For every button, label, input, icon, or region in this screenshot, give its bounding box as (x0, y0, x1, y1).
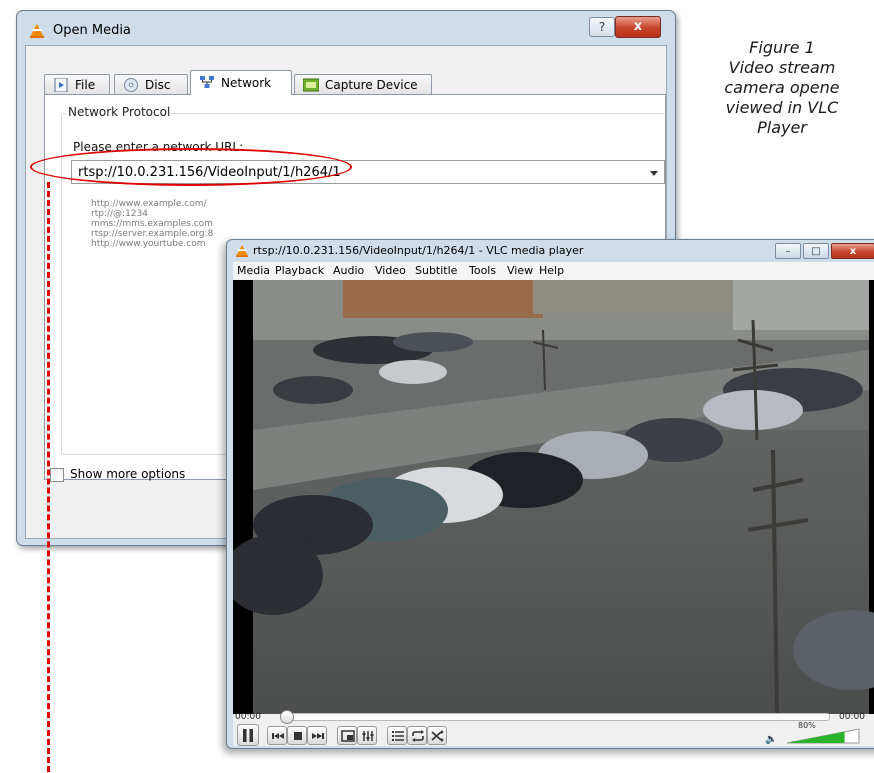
close-button[interactable]: x (615, 16, 661, 38)
tab-label: Disc (145, 78, 171, 92)
help-button[interactable]: ? (589, 17, 615, 37)
show-more-label: Show more options (70, 467, 186, 481)
stop-icon (294, 732, 302, 740)
example-line: rtsp://server.example.org:8 (91, 229, 214, 239)
example-line: http://www.example.com/ (91, 199, 207, 209)
url-examples: http://www.example.com/ rtp://@:1234 mms… (91, 199, 213, 249)
capture-device-icon (303, 78, 319, 92)
pause-button[interactable] (237, 724, 259, 746)
loop-icon (412, 730, 424, 742)
example-line: http://www.yourtube.com (91, 239, 206, 249)
fullscreen-button[interactable] (337, 726, 357, 745)
caption-line: Player (757, 118, 807, 137)
playlist-button[interactable] (387, 726, 407, 745)
menu-audio[interactable]: Audio (333, 264, 364, 277)
tab-file[interactable]: File (44, 74, 110, 94)
file-icon (54, 78, 68, 92)
shuffle-icon (431, 730, 444, 742)
next-button[interactable] (307, 726, 327, 745)
volume-slider[interactable] (785, 728, 861, 744)
total-time: 00:00 (839, 712, 865, 722)
speaker-icon[interactable]: 🔈 (765, 734, 777, 745)
tab-label: Network (221, 76, 272, 90)
pause-icon (243, 729, 253, 742)
caption-line: Figure 1 (749, 38, 815, 57)
minimize-button[interactable]: – (775, 243, 801, 259)
disc-icon (124, 78, 138, 92)
network-icon (200, 76, 214, 88)
menu-help[interactable]: Help (539, 264, 564, 277)
elapsed-time: 00:00 (235, 712, 261, 722)
example-line: mms://mms.examples.com (91, 219, 213, 229)
close-button[interactable]: x (831, 243, 874, 259)
fullscreen-icon (341, 730, 355, 742)
dashed-connector-line (47, 182, 50, 772)
menu-playback[interactable]: Playback (275, 264, 324, 277)
equalizer-icon (362, 731, 374, 741)
menu-bar: Media Playback Audio Video Subtitle Tool… (233, 262, 874, 280)
seek-slider[interactable] (280, 710, 830, 724)
parking-lot-video-image (233, 280, 874, 714)
previous-icon (272, 733, 284, 739)
caption-line: Video stream (728, 58, 836, 77)
vlc-cone-icon (236, 245, 248, 257)
tab-label: Capture Device (325, 78, 418, 92)
tab-label: File (75, 78, 96, 92)
vlc-titlebar[interactable]: rtsp://10.0.231.156/VideoInput/1/h264/1 … (227, 240, 874, 262)
maximize-button[interactable]: □ (803, 243, 829, 259)
caption-line: camera opene (724, 78, 840, 97)
figure-caption: Figure 1 Video stream camera opene viewe… (690, 38, 874, 138)
tab-disc[interactable]: Disc (114, 74, 188, 94)
vlc-window-title: rtsp://10.0.231.156/VideoInput/1/h264/1 … (253, 244, 584, 257)
video-frame[interactable] (233, 280, 874, 714)
dialog-title: Open Media (53, 23, 131, 38)
tab-capture-device[interactable]: Capture Device (294, 74, 432, 94)
next-icon (312, 733, 324, 739)
playlist-icon (392, 731, 404, 741)
group-label: Network Protocol (66, 105, 173, 119)
dialog-titlebar[interactable]: Open Media ? x (17, 11, 675, 45)
vlc-player-window: rtsp://10.0.231.156/VideoInput/1/h264/1 … (226, 239, 874, 749)
menu-tools[interactable]: Tools (469, 264, 496, 277)
shuffle-button[interactable] (427, 726, 447, 745)
show-more-checkbox[interactable] (50, 468, 64, 482)
chevron-down-icon[interactable] (650, 171, 658, 176)
playback-controls: 00:00 00:00 🔈 80% (233, 710, 874, 746)
menu-video[interactable]: Video (375, 264, 406, 277)
vlc-cone-icon (30, 24, 44, 38)
previous-button[interactable] (267, 726, 287, 745)
stop-button[interactable] (287, 726, 307, 745)
highlight-ellipse (30, 148, 352, 186)
seek-handle[interactable] (280, 710, 294, 724)
caption-line: viewed in VLC (725, 98, 839, 117)
extended-settings-button[interactable] (357, 726, 377, 745)
example-line: rtp://@:1234 (91, 209, 148, 219)
tab-network[interactable]: Network (190, 70, 292, 95)
menu-view[interactable]: View (507, 264, 533, 277)
menu-subtitle[interactable]: Subtitle (415, 264, 457, 277)
menu-media[interactable]: Media (237, 264, 270, 277)
loop-button[interactable] (407, 726, 427, 745)
